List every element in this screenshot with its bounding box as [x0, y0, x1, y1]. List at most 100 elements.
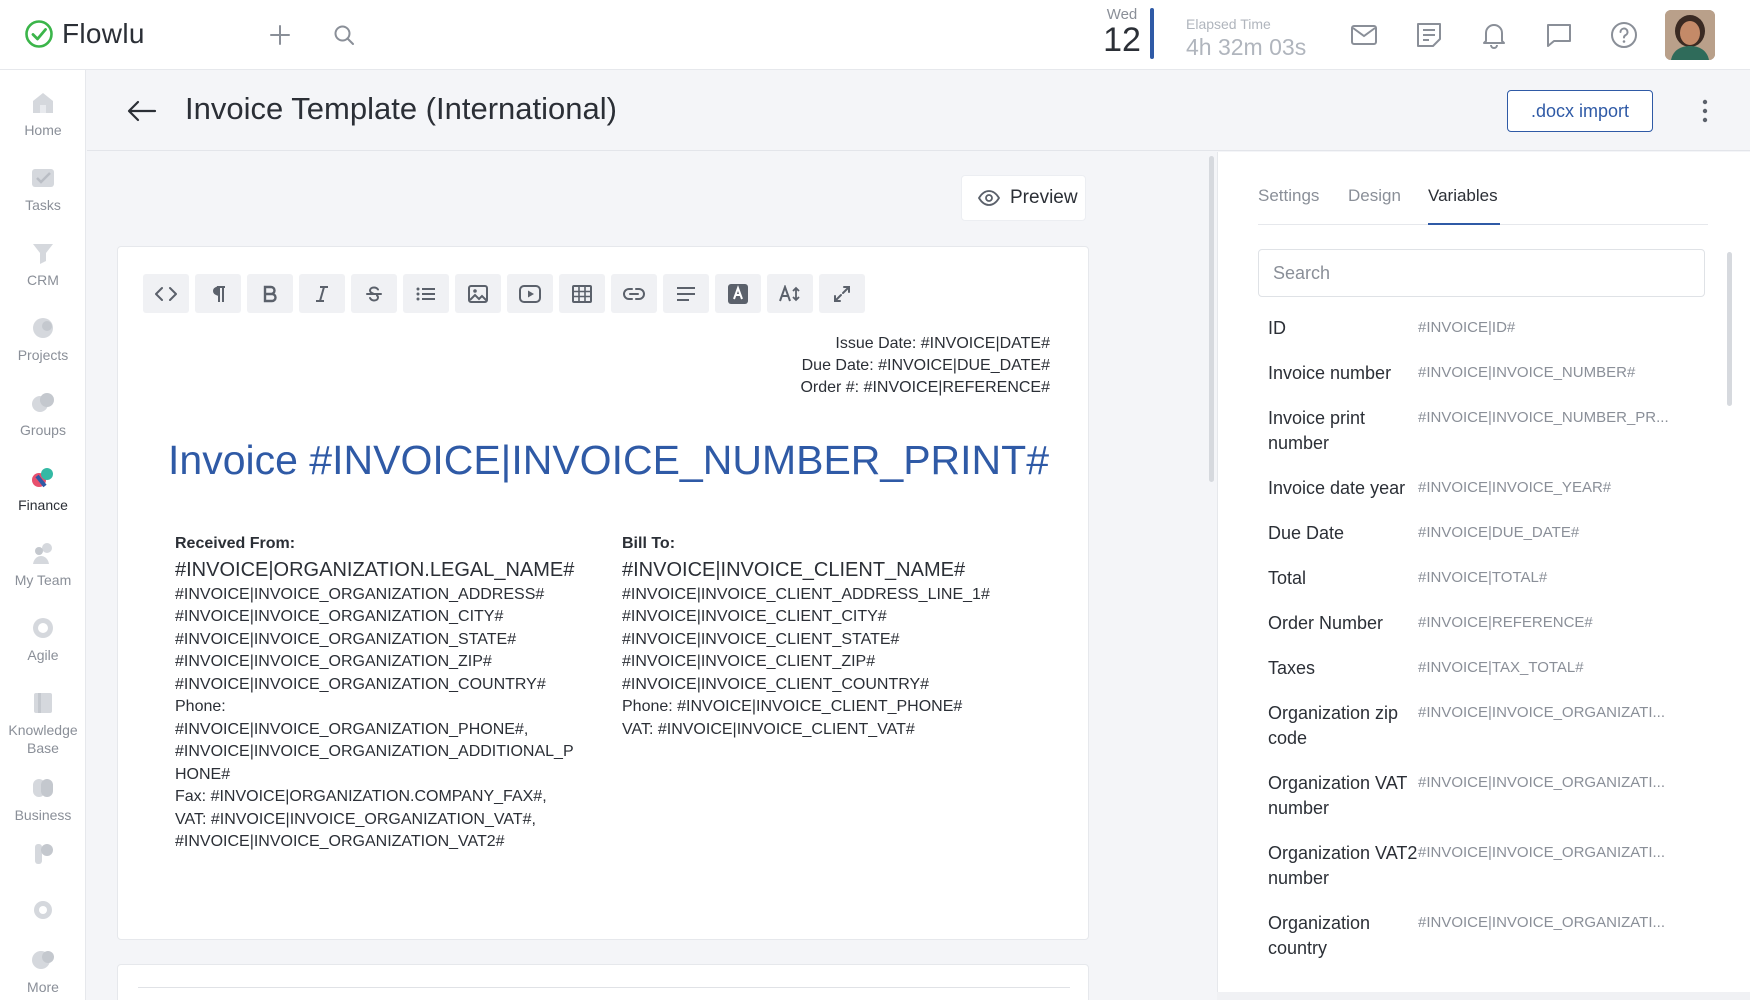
table-icon[interactable]: [559, 274, 605, 313]
organization-address: #INVOICE|INVOICE_ORGANIZATION_ADDRESS#: [175, 585, 545, 603]
invoice-dates: Issue Date: #INVOICE|DATE# Due Date: #IN…: [800, 333, 1050, 399]
variable-code[interactable]: #INVOICE|INVOICE_ORGANIZATI...: [1418, 844, 1688, 861]
integrations-icon: [35, 844, 53, 864]
sidebar-item-crm[interactable]: CRM: [0, 239, 86, 289]
organization-country: #INVOICE|INVOICE_ORGANIZATION_COUNTRY#: [175, 675, 546, 693]
received-from-block: Received From: #INVOICE|ORGANIZATION.LEG…: [175, 533, 585, 854]
client-address: #INVOICE|INVOICE_CLIENT_ADDRESS_LINE_1#: [622, 585, 990, 603]
elapsed-timer[interactable]: Elapsed Time 4h 32m 03s: [1186, 16, 1306, 61]
variable-label: Due Date: [1268, 523, 1345, 543]
app-logo[interactable]: Flowlu: [24, 18, 145, 50]
align-icon[interactable]: [663, 274, 709, 313]
code-view-icon[interactable]: [143, 274, 189, 313]
sidebar-item-home[interactable]: Home: [0, 89, 86, 139]
sidebar-item-agile[interactable]: Agile: [0, 614, 86, 664]
eye-icon: [978, 190, 1000, 206]
bill-to-heading: Bill To:: [622, 535, 676, 552]
sidebar-item-projects[interactable]: Projects: [0, 314, 86, 364]
sidebar-item-settings[interactable]: [0, 896, 86, 924]
sidebar-item-integrations[interactable]: [0, 840, 86, 868]
variable-code[interactable]: #INVOICE|REFERENCE#: [1418, 614, 1688, 631]
tab-variables[interactable]: Variables: [1428, 186, 1498, 206]
variable-code[interactable]: #INVOICE|TOTAL#: [1418, 569, 1688, 586]
fullscreen-icon[interactable]: [819, 274, 865, 313]
variable-code[interactable]: #INVOICE|INVOICE_NUMBER#: [1418, 364, 1688, 381]
variable-label: Organization VAT number: [1268, 773, 1408, 818]
bell-icon[interactable]: [1478, 19, 1510, 51]
panel-tabs: Settings Design Variables: [1258, 152, 1708, 225]
sidebar-item-label: My Team: [14, 572, 72, 588]
document-section-2[interactable]: [117, 964, 1089, 1000]
help-icon[interactable]: [1608, 19, 1640, 51]
sidebar-item-knowledge-base[interactable]: Knowledge Base: [0, 689, 86, 757]
panel-scrollbar[interactable]: [1727, 252, 1732, 406]
team-icon: [33, 543, 52, 564]
document-canvas[interactable]: Issue Date: #INVOICE|DATE# Due Date: #IN…: [117, 246, 1089, 940]
mail-icon[interactable]: [1348, 19, 1380, 51]
client-name: #INVOICE|INVOICE_CLIENT_NAME#: [622, 558, 966, 581]
business-icon: [33, 779, 53, 797]
sidebar-item-my-team[interactable]: My Team: [0, 539, 86, 589]
organization-vat: VAT: #INVOICE|INVOICE_ORGANIZATION_VAT#,: [175, 810, 536, 828]
variable-code[interactable]: #INVOICE|ID#: [1418, 319, 1688, 336]
organization-additional-phone: #INVOICE|INVOICE_ORGANIZATION_ADDITIONAL…: [175, 743, 574, 783]
tab-settings[interactable]: Settings: [1258, 186, 1319, 206]
editor-toolbar: [143, 274, 865, 313]
variable-code[interactable]: #INVOICE|INVOICE_ORGANIZATI...: [1418, 774, 1688, 791]
more-icon: [32, 951, 54, 969]
link-icon[interactable]: [611, 274, 657, 313]
text-color-icon[interactable]: [715, 274, 761, 313]
notes-icon[interactable]: [1413, 19, 1445, 51]
date-number: 12: [1103, 21, 1141, 59]
variable-label: Order Number: [1268, 613, 1384, 633]
sidebar-item-business[interactable]: Business: [0, 774, 86, 824]
top-bar: Flowlu Wed 12 Elapsed Time 4h 32m 03s: [0, 0, 1750, 70]
video-icon[interactable]: [507, 274, 553, 313]
add-icon[interactable]: [264, 19, 296, 51]
agile-icon: [33, 618, 53, 638]
variable-code[interactable]: #INVOICE|INVOICE_NUMBER_PR...: [1418, 409, 1688, 426]
sidebar-item-groups[interactable]: Groups: [0, 389, 86, 439]
chat-icon[interactable]: [1543, 19, 1575, 51]
strikethrough-icon[interactable]: [351, 274, 397, 313]
more-vertical-icon[interactable]: [1695, 93, 1715, 129]
sidebar-item-label: Finance: [18, 497, 68, 513]
back-arrow-icon[interactable]: [125, 94, 159, 128]
variable-code[interactable]: #INVOICE|INVOICE_ORGANIZATI...: [1418, 914, 1688, 931]
horizontal-scrollbar[interactable]: [1217, 992, 1750, 1000]
variable-code[interactable]: #INVOICE|INVOICE_ORGANIZATI...: [1418, 704, 1688, 721]
variables-search-input[interactable]: [1258, 249, 1705, 297]
sidebar-item-tasks[interactable]: Tasks: [0, 164, 86, 214]
variable-code[interactable]: #INVOICE|DUE_DATE#: [1418, 524, 1688, 541]
sidebar-item-label: CRM: [27, 272, 59, 288]
image-icon[interactable]: [455, 274, 501, 313]
variable-code[interactable]: #INVOICE|TAX_TOTAL#: [1418, 659, 1688, 676]
user-avatar[interactable]: [1665, 10, 1715, 60]
variable-label: Taxes: [1268, 658, 1316, 678]
crm-icon: [33, 244, 53, 264]
sidebar-item-more[interactable]: More: [0, 946, 86, 996]
variable-label: Invoice date year: [1268, 478, 1406, 498]
bullet-list-icon[interactable]: [403, 274, 449, 313]
variable-code[interactable]: #INVOICE|INVOICE_YEAR#: [1418, 479, 1688, 496]
italic-icon[interactable]: [299, 274, 345, 313]
client-zip: #INVOICE|INVOICE_CLIENT_ZIP#: [622, 653, 876, 670]
editor-scrollbar[interactable]: [1209, 156, 1214, 482]
paragraph-icon[interactable]: [195, 274, 241, 313]
tab-design[interactable]: Design: [1348, 186, 1401, 206]
invoice-title: Invoice #INVOICE|INVOICE_NUMBER_PRINT#: [168, 437, 1049, 483]
variables-panel: Settings Design Variables ID #INVOICE|ID#…: [1217, 152, 1750, 1000]
preview-button[interactable]: Preview: [961, 175, 1086, 221]
groups-icon: [32, 393, 54, 412]
current-date[interactable]: Wed 12: [1100, 6, 1144, 57]
organization-vat2: #INVOICE|INVOICE_ORGANIZATION_VAT2#: [175, 833, 505, 850]
client-city: #INVOICE|INVOICE_CLIENT_CITY#: [622, 608, 887, 625]
search-icon[interactable]: [328, 19, 360, 51]
bold-icon[interactable]: [247, 274, 293, 313]
font-size-icon[interactable]: [767, 274, 813, 313]
variable-label: Organization country: [1268, 913, 1371, 958]
preview-label: Preview: [1010, 187, 1078, 208]
docx-import-button[interactable]: .docx import: [1507, 90, 1653, 132]
sidebar-item-label: More: [27, 979, 59, 995]
sidebar-item-finance[interactable]: Finance: [0, 464, 86, 514]
